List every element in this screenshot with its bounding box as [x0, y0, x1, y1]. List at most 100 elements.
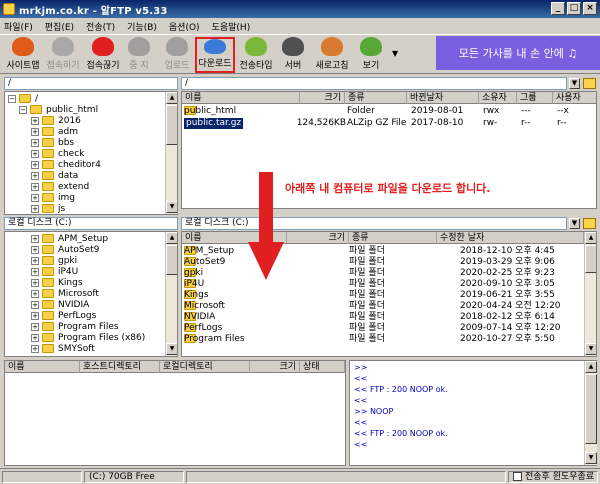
- log-scrollbar[interactable]: ▲ ▼: [584, 361, 597, 465]
- remote-file-row[interactable]: public_html Folder 2019-08-01 rwx --- --…: [184, 106, 596, 117]
- menu-function[interactable]: 기능(B): [127, 20, 157, 33]
- tree-item[interactable]: + APM_Setup: [31, 233, 108, 244]
- view-button[interactable]: 보기: [356, 37, 386, 73]
- local-file-row[interactable]: APM_Setup 파일 폴더 2018-12-10 오후 4:45: [184, 246, 584, 257]
- local-path-dropdown-icon[interactable]: ▼: [569, 218, 580, 229]
- menu-edit[interactable]: 편집(E): [45, 20, 74, 33]
- tree-item[interactable]: + adm: [31, 126, 78, 137]
- col-user[interactable]: 사용자: [553, 92, 596, 104]
- close-after-transfer-option[interactable]: 전송후 윈도우종료: [508, 471, 598, 483]
- expand-icon[interactable]: +: [31, 127, 39, 136]
- local-tree-panel[interactable]: + APM_Setup + AutoSet9 + gpki + iP4U + Kings …: [4, 231, 178, 357]
- stop-button[interactable]: 중 지: [124, 37, 154, 73]
- tree-item[interactable]: + data: [31, 170, 78, 181]
- local-file-row[interactable]: iP4U 파일 폴더 2020-09-10 오후 3:05: [184, 279, 584, 290]
- expand-icon[interactable]: +: [31, 256, 39, 265]
- transfer-type-button[interactable]: 전송타입: [236, 37, 276, 73]
- scroll-down-icon[interactable]: ▼: [585, 452, 597, 464]
- close-button[interactable]: ×: [583, 2, 597, 15]
- expand-icon[interactable]: +: [31, 344, 39, 353]
- expand-icon[interactable]: +: [31, 116, 39, 125]
- scroll-down-icon[interactable]: ▼: [166, 201, 177, 213]
- tree-item[interactable]: + NVIDIA: [31, 299, 89, 310]
- tree-item[interactable]: + img: [31, 192, 75, 203]
- scroll-up-icon[interactable]: ▲: [166, 92, 177, 104]
- tree-item[interactable]: + Kings: [31, 277, 83, 288]
- col-date[interactable]: 수정한 날자: [437, 232, 584, 244]
- queue-col-status[interactable]: 상태: [300, 361, 345, 373]
- expand-icon[interactable]: +: [31, 193, 39, 202]
- scroll-up-icon[interactable]: ▲: [166, 232, 177, 244]
- local-path-input[interactable]: 로컬 디스크 (C:): [181, 217, 567, 230]
- tree-item[interactable]: + Program Files (x86): [31, 332, 145, 343]
- tree-item[interactable]: + iP4U: [31, 266, 78, 277]
- scroll-down-icon[interactable]: ▼: [585, 343, 596, 355]
- expand-icon[interactable]: +: [31, 160, 39, 169]
- remote-tree-scrollbar[interactable]: ▲ ▼: [165, 92, 177, 214]
- remote-path-input[interactable]: /: [181, 77, 567, 90]
- local-files-panel[interactable]: 이름 크기 종류 수정한 날자 APM_Setup 파일 폴더 2018-12-10…: [181, 231, 597, 357]
- queue-col-name[interactable]: 이름: [5, 361, 80, 373]
- expand-icon[interactable]: +: [31, 138, 39, 147]
- expand-icon[interactable]: +: [31, 311, 39, 320]
- local-tree-scrollbar[interactable]: ▲ ▼: [165, 232, 177, 356]
- download-button[interactable]: 다운로드: [195, 37, 235, 73]
- sitemap-button[interactable]: 사이트맵: [4, 37, 42, 73]
- menu-transfer[interactable]: 전송(T): [86, 20, 115, 33]
- tree-item[interactable]: + gpki: [31, 255, 77, 266]
- connect-button[interactable]: 접속하기: [44, 37, 82, 73]
- expand-icon[interactable]: +: [31, 204, 39, 213]
- log-panel[interactable]: >> << << FTP : 200 NOOP ok. << >> NOOP <…: [349, 360, 597, 466]
- scroll-up-icon[interactable]: ▲: [585, 361, 597, 373]
- col-group[interactable]: 그룹: [517, 92, 553, 104]
- scroll-up-icon[interactable]: ▲: [585, 232, 596, 244]
- local-file-row[interactable]: gpki 파일 폴더 2020-02-25 오후 9:23: [184, 268, 584, 279]
- local-file-row[interactable]: Program Files 파일 폴더 2020-10-27 오후 5:50: [184, 334, 584, 345]
- tree-item[interactable]: + check: [31, 148, 84, 159]
- local-file-row[interactable]: Microsoft 파일 폴더 2020-04-24 오전 12:20: [184, 301, 584, 312]
- expand-icon[interactable]: +: [31, 289, 39, 298]
- queue-col-local-dir[interactable]: 로컬디렉토리: [160, 361, 250, 373]
- local-folder-icon[interactable]: [583, 218, 596, 229]
- tree-item[interactable]: − public_html: [19, 104, 98, 115]
- remote-tree-panel[interactable]: − / − public_html +2016 + adm + bbs + check +…: [4, 91, 178, 215]
- local-files-scrollbar[interactable]: ▲ ▼: [584, 232, 596, 356]
- scroll-down-icon[interactable]: ▼: [166, 343, 177, 355]
- local-file-row[interactable]: NVIDIA 파일 폴더 2018-02-12 오후 6:14: [184, 312, 584, 323]
- remote-path-dropdown-icon[interactable]: ▼: [569, 78, 580, 89]
- view-dropdown-icon[interactable]: ▼: [392, 49, 398, 58]
- col-name[interactable]: 이름: [182, 92, 300, 104]
- tree-item[interactable]: + extend: [31, 181, 89, 192]
- local-file-row[interactable]: Kings 파일 폴더 2019-06-21 오후 3:55: [184, 290, 584, 301]
- tree-item[interactable]: + Microsoft: [31, 288, 99, 299]
- scroll-thumb[interactable]: [585, 374, 597, 444]
- expand-icon[interactable]: +: [31, 322, 39, 331]
- expand-icon[interactable]: +: [31, 149, 39, 158]
- col-date[interactable]: 바뀐날자: [407, 92, 479, 104]
- expand-icon[interactable]: +: [31, 300, 39, 309]
- refresh-button[interactable]: 새로고침: [312, 37, 352, 73]
- menu-options[interactable]: 옵션(O): [169, 20, 200, 33]
- expand-icon[interactable]: +: [31, 234, 39, 243]
- tree-item[interactable]: + Program Files: [31, 321, 119, 332]
- ad-banner[interactable]: 모든 가사를 내 손 안에 ♫: [436, 36, 600, 70]
- col-owner[interactable]: 소유자: [479, 92, 517, 104]
- remote-file-row[interactable]: public.tar.gz 124,526KB ALZip GZ File 20…: [184, 118, 596, 129]
- remote-folder-icon[interactable]: [583, 78, 596, 89]
- tree-item[interactable]: + js: [31, 203, 65, 214]
- col-type[interactable]: 종류: [349, 232, 437, 244]
- collapse-icon[interactable]: −: [8, 94, 16, 103]
- local-drive-select[interactable]: 로컬 디스크 (C:): [4, 217, 178, 230]
- collapse-icon[interactable]: −: [19, 105, 27, 114]
- tree-item[interactable]: + bbs: [31, 137, 74, 148]
- scroll-thumb[interactable]: [166, 245, 177, 275]
- menu-help[interactable]: 도움말(H): [212, 20, 251, 33]
- local-file-row[interactable]: PerfLogs 파일 폴더 2009-07-14 오후 12:20: [184, 323, 584, 334]
- tree-item[interactable]: + PerfLogs: [31, 310, 96, 321]
- tree-item[interactable]: + cheditor4: [31, 159, 101, 170]
- queue-col-size[interactable]: 크기: [250, 361, 300, 373]
- server-button[interactable]: 서버: [280, 37, 306, 73]
- upload-button[interactable]: 업로드: [160, 37, 194, 73]
- local-file-row[interactable]: AutoSet9 파일 폴더 2019-03-29 오후 9:06: [184, 257, 584, 268]
- expand-icon[interactable]: +: [31, 267, 39, 276]
